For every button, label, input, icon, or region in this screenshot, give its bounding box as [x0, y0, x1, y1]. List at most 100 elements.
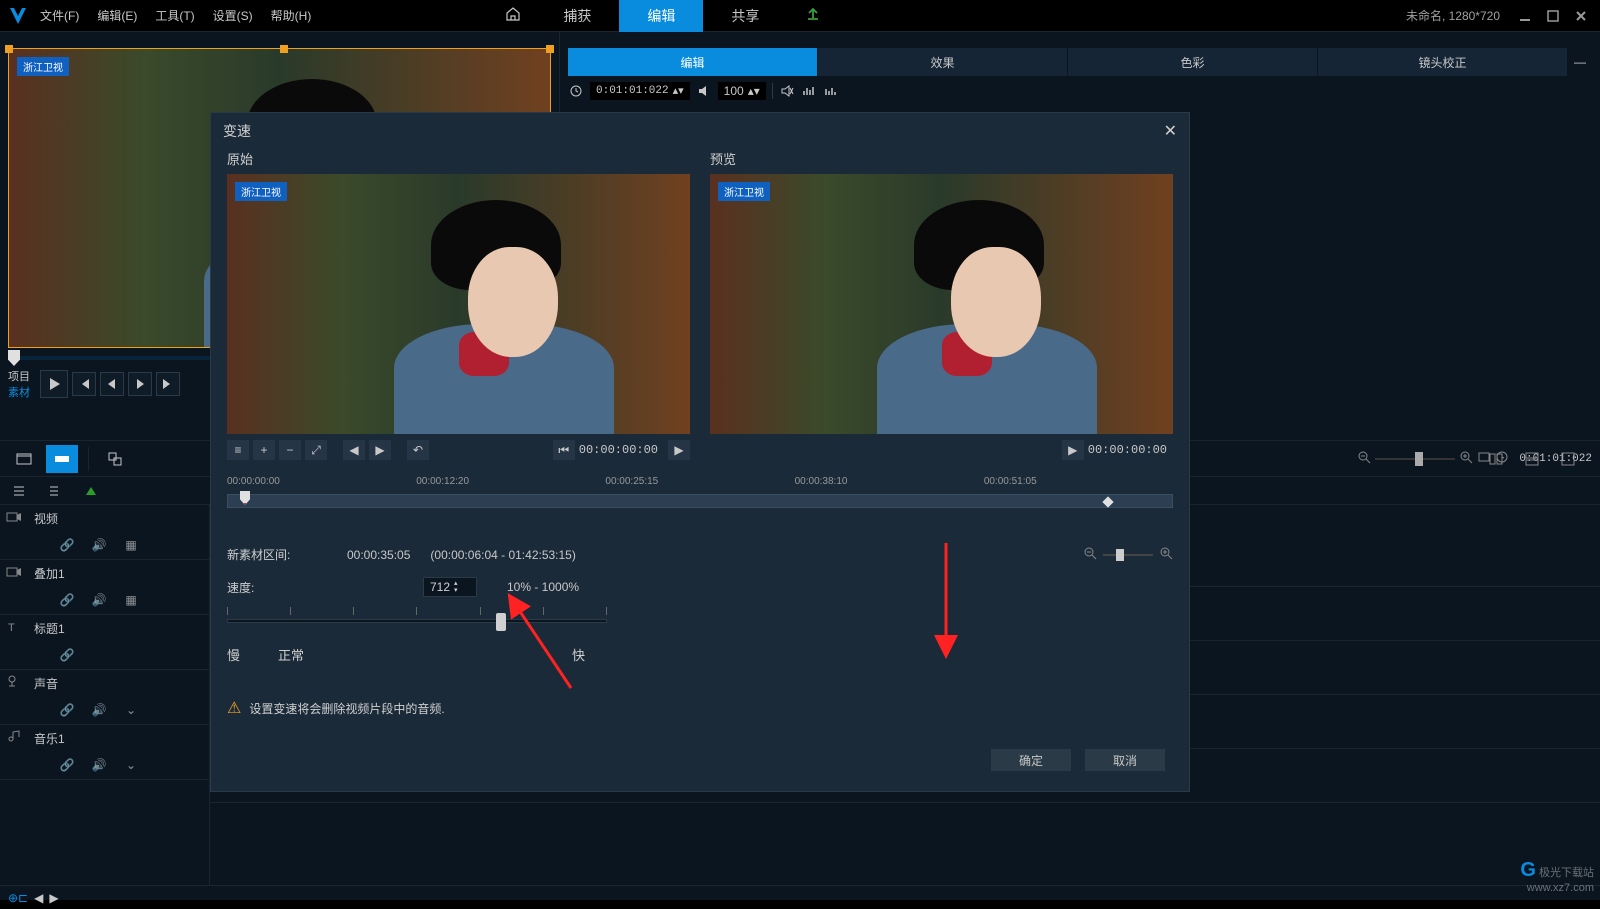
clock-icon — [568, 83, 584, 99]
material-mode-label[interactable]: 素材 — [8, 384, 30, 400]
speed-slider[interactable] — [227, 619, 607, 623]
maximize-button[interactable] — [1542, 6, 1564, 26]
volume-display[interactable]: 100 ▴▾ — [718, 82, 766, 100]
project-mode-label[interactable]: 项目 — [8, 368, 30, 384]
panel-minimize[interactable]: — — [1568, 48, 1592, 76]
preview-play-button[interactable]: ▶ — [1062, 440, 1084, 460]
speaker-icon — [696, 83, 712, 99]
menu-file[interactable]: 文件(F) — [40, 7, 79, 24]
capture-tab[interactable]: 捕获 — [535, 0, 619, 32]
chevron-down-icon[interactable]: ⌄ — [124, 703, 138, 717]
menubar: 文件(F) 编辑(E) 工具(T) 设置(S) 帮助(H) 捕获 编辑 共享 未… — [0, 0, 1600, 32]
scroll-right-button[interactable]: ▶ — [49, 891, 58, 905]
scroll-left-button[interactable]: ◀ — [34, 891, 43, 905]
link-icon[interactable]: 🔗 — [60, 648, 74, 662]
prev-frame-button[interactable] — [100, 372, 124, 396]
fast-label: 快 — [572, 645, 585, 664]
speed-down-button[interactable]: ▾ — [454, 587, 464, 594]
speaker-icon[interactable]: 🔊 — [92, 703, 106, 717]
tab-color[interactable]: 色彩 — [1068, 48, 1318, 76]
orig-play-button[interactable]: ▶ — [668, 440, 690, 460]
tab-effects[interactable]: 效果 — [818, 48, 1068, 76]
orig-prev-button[interactable]: ◀ — [343, 440, 365, 460]
tab-lens-correction[interactable]: 镜头校正 — [1318, 48, 1568, 76]
goto-end-button[interactable] — [156, 372, 180, 396]
close-button[interactable] — [1570, 6, 1592, 26]
home-icon — [505, 6, 521, 22]
orig-goto-start-button[interactable]: ⏮ — [553, 440, 575, 460]
mini-zoom-out-icon[interactable] — [1083, 546, 1097, 563]
link-icon[interactable]: 🔗 — [60, 703, 74, 717]
preview-timecode: 00:00:00:00 — [1088, 443, 1167, 457]
speaker-icon[interactable]: 🔊 — [92, 538, 106, 552]
track-title: T 标题1 🔗 — [0, 615, 209, 670]
speed-input[interactable]: 712 ▴▾ — [423, 577, 477, 597]
speaker-icon[interactable]: 🔊 — [92, 593, 106, 607]
timeline-view-button[interactable] — [46, 445, 78, 473]
cancel-button[interactable]: 取消 — [1085, 749, 1165, 771]
preview-label: 预览 — [710, 149, 1173, 168]
edit-tab[interactable]: 编辑 — [619, 0, 703, 32]
timecode-display[interactable]: 0:01:01:022 ▴▾ — [590, 82, 690, 100]
track-menu-2[interactable] — [42, 480, 68, 502]
menu-edit[interactable]: 编辑(E) — [97, 7, 137, 24]
next-frame-button[interactable] — [128, 372, 152, 396]
site-watermark: G 极光下载站 www.xz7.com — [1520, 859, 1594, 894]
orig-reverse-button[interactable]: ⤢ — [305, 440, 327, 460]
orig-toggle-button[interactable]: ≡ — [227, 440, 249, 460]
mini-zoom-in-icon[interactable] — [1159, 546, 1173, 563]
mini-keyframe[interactable] — [1102, 496, 1113, 507]
share-tab[interactable]: 共享 — [703, 0, 787, 32]
menu-help[interactable]: 帮助(H) — [271, 7, 312, 24]
minimize-button[interactable] — [1514, 6, 1536, 26]
mute-icon[interactable] — [779, 83, 795, 99]
bars-icon-1[interactable] — [801, 83, 817, 99]
speaker-icon[interactable]: 🔊 — [92, 758, 106, 772]
track-label: 视频 — [34, 510, 58, 527]
layout-preset-3[interactable] — [1552, 445, 1584, 473]
layout-preset-1[interactable] — [1480, 445, 1512, 473]
menubar-tabs: 捕获 编辑 共享 — [491, 0, 831, 32]
orig-undo-button[interactable]: ↶ — [407, 440, 429, 460]
footer-handle[interactable]: ⊕⊏ — [8, 891, 28, 905]
mini-playhead[interactable] — [240, 491, 250, 505]
play-button[interactable] — [40, 370, 68, 398]
zoom-slider[interactable] — [1375, 458, 1455, 460]
menubar-right: 未命名, 1280*720 — [1406, 6, 1592, 26]
layout-preset-2[interactable] — [1516, 445, 1548, 473]
zoom-out-icon[interactable] — [1357, 450, 1371, 467]
zoom-in-icon[interactable] — [1459, 450, 1473, 467]
add-track-button[interactable] — [78, 480, 104, 502]
track-menu-1[interactable] — [6, 480, 32, 502]
project-info: 未命名, 1280*720 — [1406, 7, 1500, 24]
bars-icon-2[interactable] — [823, 83, 839, 99]
home-tab[interactable] — [491, 0, 535, 31]
goto-start-button[interactable] — [72, 372, 96, 396]
track-label: 叠加1 — [34, 565, 65, 582]
storyboard-view-button[interactable] — [8, 445, 40, 473]
dialog-mini-timeline[interactable]: 00:00:00:00 00:00:12:20 00:00:25:15 00:0… — [227, 476, 1173, 524]
menubar-items: 文件(F) 编辑(E) 工具(T) 设置(S) 帮助(H) — [40, 7, 311, 24]
channel-watermark: 浙江卫视 — [718, 182, 770, 201]
replace-button[interactable] — [99, 445, 131, 473]
channel-watermark: 浙江卫视 — [17, 57, 69, 76]
upload-icon[interactable] — [795, 6, 831, 25]
menu-tools[interactable]: 工具(T) — [155, 7, 194, 24]
menu-settings[interactable]: 设置(S) — [213, 7, 253, 24]
orig-add-button[interactable]: + — [253, 440, 275, 460]
link-icon[interactable]: 🔗 — [60, 593, 74, 607]
link-icon[interactable]: 🔗 — [60, 758, 74, 772]
speed-slider-thumb[interactable] — [496, 613, 506, 631]
ok-button[interactable]: 确定 — [991, 749, 1071, 771]
mini-zoom-slider[interactable] — [1103, 554, 1153, 556]
chevron-down-icon[interactable]: ⌄ — [124, 758, 138, 772]
orig-next-button[interactable]: ▶ — [369, 440, 391, 460]
grid-icon[interactable]: ▦ — [124, 538, 138, 552]
range-label: 新素材区间: — [227, 546, 327, 563]
orig-remove-button[interactable]: − — [279, 440, 301, 460]
grid-icon[interactable]: ▦ — [124, 593, 138, 607]
tab-edit[interactable]: 编辑 — [568, 48, 818, 76]
link-icon[interactable]: 🔗 — [60, 538, 74, 552]
dialog-close-button[interactable]: ✕ — [1164, 121, 1177, 141]
speed-up-button[interactable]: ▴ — [454, 580, 464, 587]
